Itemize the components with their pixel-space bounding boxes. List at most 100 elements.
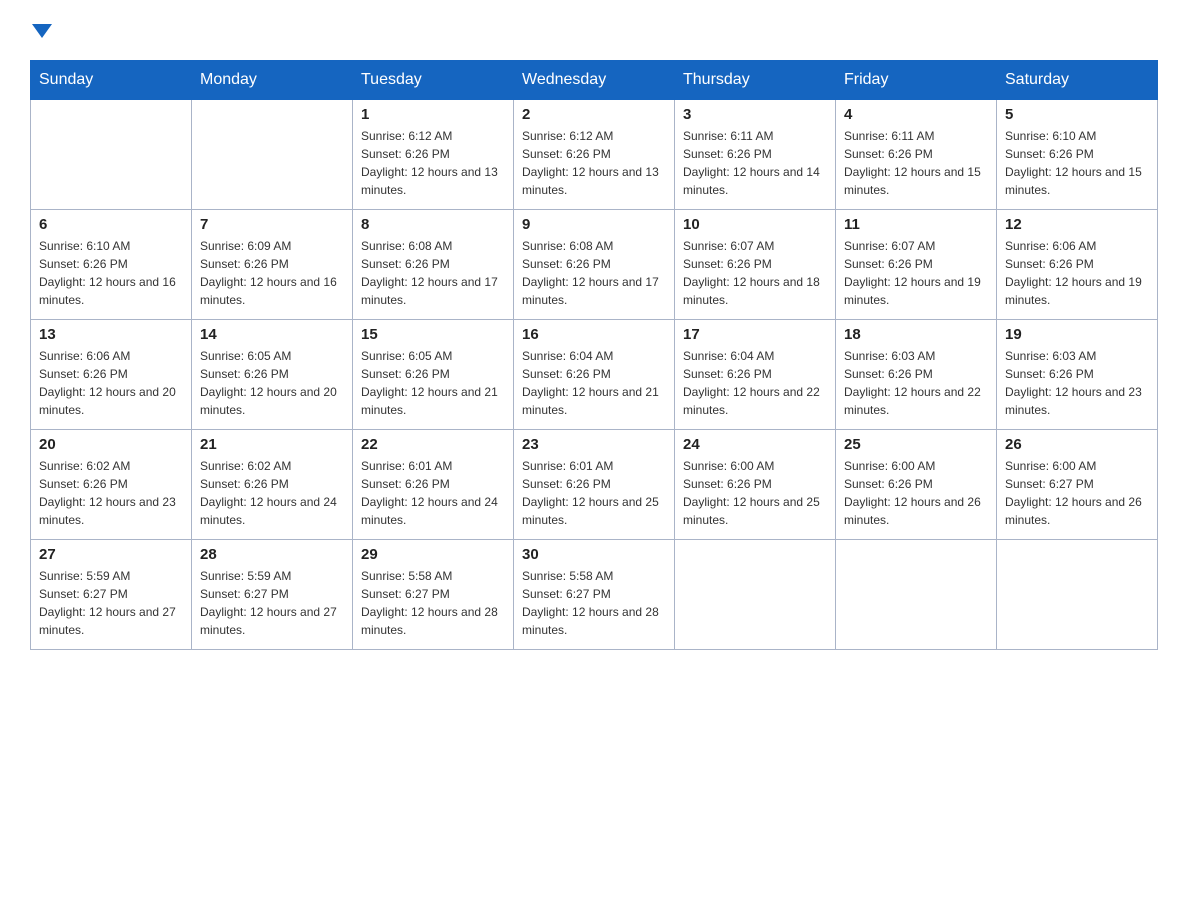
column-header-saturday: Saturday	[997, 61, 1158, 100]
calendar-cell: 5 Sunrise: 6:10 AM Sunset: 6:26 PM Daylig…	[997, 100, 1158, 210]
column-header-sunday: Sunday	[31, 61, 192, 100]
day-info: Sunrise: 6:12 AM Sunset: 6:26 PM Dayligh…	[361, 127, 505, 199]
header-row: SundayMondayTuesdayWednesdayThursdayFrid…	[31, 61, 1158, 100]
calendar-cell	[836, 540, 997, 650]
day-info: Sunrise: 5:59 AM Sunset: 6:27 PM Dayligh…	[200, 567, 344, 639]
day-info: Sunrise: 5:58 AM Sunset: 6:27 PM Dayligh…	[522, 567, 666, 639]
week-row-1: 1Sunrise: 6:12 AM Sunset: 6:26 PM Daylig…	[31, 100, 1158, 210]
column-header-friday: Friday	[836, 61, 997, 100]
day-info: Sunrise: 5:58 AM Sunset: 6:27 PM Dayligh…	[361, 567, 505, 639]
calendar-cell: 7 Sunrise: 6:09 AM Sunset: 6:26 PM Daylig…	[192, 210, 353, 320]
day-info: Sunrise: 6:08 AM Sunset: 6:26 PM Dayligh…	[361, 237, 505, 309]
column-header-tuesday: Tuesday	[353, 61, 514, 100]
day-number: 4	[844, 106, 988, 123]
calendar-cell: 17 Sunrise: 6:04 AM Sunset: 6:26 PM Dayli…	[675, 320, 836, 430]
day-info: Sunrise: 6:12 AM Sunset: 6:26 PM Dayligh…	[522, 127, 666, 199]
calendar-cell	[997, 540, 1158, 650]
logo	[30, 20, 52, 40]
column-header-monday: Monday	[192, 61, 353, 100]
day-number: 26	[1005, 436, 1149, 453]
day-info: Sunrise: 6:01 AM Sunset: 6:26 PM Dayligh…	[361, 457, 505, 529]
calendar-cell: 23 Sunrise: 6:01 AM Sunset: 6:26 PM Dayli…	[514, 430, 675, 540]
calendar-cell: 25Sunrise: 6:00 AM Sunset: 6:26 PM Dayli…	[836, 430, 997, 540]
day-info: Sunrise: 6:06 AM Sunset: 6:26 PM Dayligh…	[1005, 237, 1149, 309]
calendar-cell: 2 Sunrise: 6:12 AM Sunset: 6:26 PM Daylig…	[514, 100, 675, 210]
logo-triangle-icon	[32, 20, 52, 40]
day-number: 27	[39, 546, 183, 563]
day-number: 9	[522, 216, 666, 233]
calendar-cell: 3Sunrise: 6:11 AM Sunset: 6:26 PM Daylig…	[675, 100, 836, 210]
column-header-wednesday: Wednesday	[514, 61, 675, 100]
day-number: 2	[522, 106, 666, 123]
day-number: 20	[39, 436, 183, 453]
calendar-cell: 28Sunrise: 5:59 AM Sunset: 6:27 PM Dayli…	[192, 540, 353, 650]
day-number: 12	[1005, 216, 1149, 233]
calendar-cell: 11 Sunrise: 6:07 AM Sunset: 6:26 PM Dayli…	[836, 210, 997, 320]
day-number: 10	[683, 216, 827, 233]
calendar-cell: 20 Sunrise: 6:02 AM Sunset: 6:26 PM Dayli…	[31, 430, 192, 540]
calendar-cell: 12 Sunrise: 6:06 AM Sunset: 6:26 PM Dayli…	[997, 210, 1158, 320]
calendar-cell: 21Sunrise: 6:02 AM Sunset: 6:26 PM Dayli…	[192, 430, 353, 540]
page-header	[30, 20, 1158, 40]
calendar-cell: 27Sunrise: 5:59 AM Sunset: 6:27 PM Dayli…	[31, 540, 192, 650]
column-header-thursday: Thursday	[675, 61, 836, 100]
calendar-cell: 24 Sunrise: 6:00 AM Sunset: 6:26 PM Dayli…	[675, 430, 836, 540]
day-number: 30	[522, 546, 666, 563]
day-info: Sunrise: 6:11 AM Sunset: 6:26 PM Dayligh…	[844, 127, 988, 199]
calendar-cell: 10 Sunrise: 6:07 AM Sunset: 6:26 PM Dayli…	[675, 210, 836, 320]
day-number: 25	[844, 436, 988, 453]
day-info: Sunrise: 6:08 AM Sunset: 6:26 PM Dayligh…	[522, 237, 666, 309]
day-number: 6	[39, 216, 183, 233]
calendar-cell: 29 Sunrise: 5:58 AM Sunset: 6:27 PM Dayli…	[353, 540, 514, 650]
day-number: 21	[200, 436, 344, 453]
calendar-table: SundayMondayTuesdayWednesdayThursdayFrid…	[30, 60, 1158, 650]
day-info: Sunrise: 6:02 AM Sunset: 6:26 PM Dayligh…	[39, 457, 183, 529]
day-info: Sunrise: 6:04 AM Sunset: 6:26 PM Dayligh…	[683, 347, 827, 419]
day-number: 15	[361, 326, 505, 343]
day-number: 11	[844, 216, 988, 233]
day-number: 24	[683, 436, 827, 453]
day-number: 17	[683, 326, 827, 343]
day-info: Sunrise: 6:00 AM Sunset: 6:26 PM Dayligh…	[683, 457, 827, 529]
day-info: Sunrise: 6:06 AM Sunset: 6:26 PM Dayligh…	[39, 347, 183, 419]
calendar-cell: 1Sunrise: 6:12 AM Sunset: 6:26 PM Daylig…	[353, 100, 514, 210]
day-info: Sunrise: 6:03 AM Sunset: 6:26 PM Dayligh…	[1005, 347, 1149, 419]
calendar-cell: 9 Sunrise: 6:08 AM Sunset: 6:26 PM Daylig…	[514, 210, 675, 320]
week-row-4: 20 Sunrise: 6:02 AM Sunset: 6:26 PM Dayli…	[31, 430, 1158, 540]
calendar-cell	[675, 540, 836, 650]
day-info: Sunrise: 6:01 AM Sunset: 6:26 PM Dayligh…	[522, 457, 666, 529]
day-info: Sunrise: 6:00 AM Sunset: 6:27 PM Dayligh…	[1005, 457, 1149, 529]
day-number: 19	[1005, 326, 1149, 343]
day-info: Sunrise: 6:07 AM Sunset: 6:26 PM Dayligh…	[844, 237, 988, 309]
day-info: Sunrise: 6:05 AM Sunset: 6:26 PM Dayligh…	[361, 347, 505, 419]
day-number: 8	[361, 216, 505, 233]
day-info: Sunrise: 6:03 AM Sunset: 6:26 PM Dayligh…	[844, 347, 988, 419]
day-info: Sunrise: 6:10 AM Sunset: 6:26 PM Dayligh…	[39, 237, 183, 309]
day-info: Sunrise: 6:09 AM Sunset: 6:26 PM Dayligh…	[200, 237, 344, 309]
day-number: 23	[522, 436, 666, 453]
day-number: 5	[1005, 106, 1149, 123]
day-info: Sunrise: 6:07 AM Sunset: 6:26 PM Dayligh…	[683, 237, 827, 309]
day-number: 22	[361, 436, 505, 453]
calendar-cell: 22 Sunrise: 6:01 AM Sunset: 6:26 PM Dayli…	[353, 430, 514, 540]
calendar-cell: 6 Sunrise: 6:10 AM Sunset: 6:26 PM Daylig…	[31, 210, 192, 320]
day-info: Sunrise: 6:05 AM Sunset: 6:26 PM Dayligh…	[200, 347, 344, 419]
calendar-cell: 18Sunrise: 6:03 AM Sunset: 6:26 PM Dayli…	[836, 320, 997, 430]
day-number: 13	[39, 326, 183, 343]
calendar-cell: 30 Sunrise: 5:58 AM Sunset: 6:27 PM Dayli…	[514, 540, 675, 650]
calendar-cell: 19 Sunrise: 6:03 AM Sunset: 6:26 PM Dayli…	[997, 320, 1158, 430]
calendar-cell: 4 Sunrise: 6:11 AM Sunset: 6:26 PM Daylig…	[836, 100, 997, 210]
calendar-cell: 14 Sunrise: 6:05 AM Sunset: 6:26 PM Dayli…	[192, 320, 353, 430]
calendar-cell: 13 Sunrise: 6:06 AM Sunset: 6:26 PM Dayli…	[31, 320, 192, 430]
calendar-cell	[192, 100, 353, 210]
day-number: 7	[200, 216, 344, 233]
day-info: Sunrise: 6:04 AM Sunset: 6:26 PM Dayligh…	[522, 347, 666, 419]
calendar-cell: 8 Sunrise: 6:08 AM Sunset: 6:26 PM Daylig…	[353, 210, 514, 320]
calendar-cell: 26 Sunrise: 6:00 AM Sunset: 6:27 PM Dayli…	[997, 430, 1158, 540]
day-number: 29	[361, 546, 505, 563]
week-row-3: 13 Sunrise: 6:06 AM Sunset: 6:26 PM Dayli…	[31, 320, 1158, 430]
day-number: 14	[200, 326, 344, 343]
day-number: 3	[683, 106, 827, 123]
day-number: 16	[522, 326, 666, 343]
day-info: Sunrise: 6:10 AM Sunset: 6:26 PM Dayligh…	[1005, 127, 1149, 199]
